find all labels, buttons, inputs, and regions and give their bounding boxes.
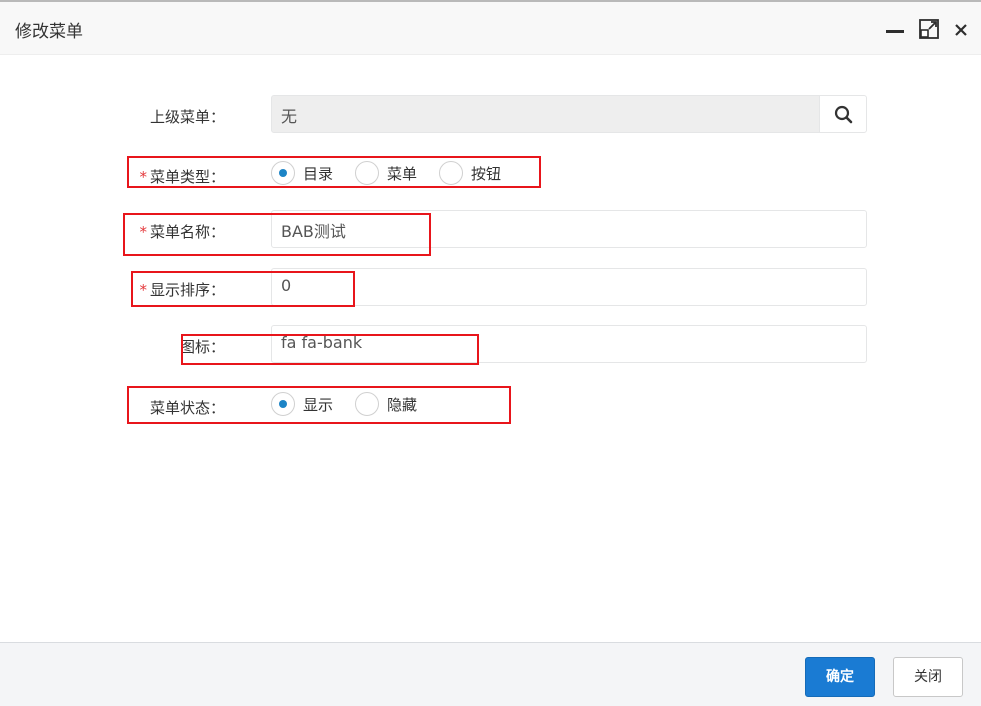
radio-status-show[interactable]: 显示 xyxy=(271,392,333,416)
close-button[interactable]: 关闭 xyxy=(893,657,963,697)
dialog-title: 修改菜单 xyxy=(15,22,83,42)
dialog-footer: 确定 关闭 xyxy=(0,642,981,706)
form-row-menu-status: 菜单状态： 显示 隐藏 xyxy=(0,386,981,426)
search-icon xyxy=(834,105,853,124)
menu-name-label: * 菜单名称： xyxy=(139,223,225,241)
confirm-button[interactable]: 确定 xyxy=(805,657,875,697)
dialog-titlebar: 修改菜单 xyxy=(0,2,981,55)
maximize-icon[interactable] xyxy=(918,18,940,40)
icon-label: 图标： xyxy=(179,338,225,356)
menu-status-radio-group: 显示 隐藏 xyxy=(271,391,439,417)
display-order-input[interactable]: 0 xyxy=(271,268,867,306)
required-mark: * xyxy=(139,168,147,186)
menu-type-label: * 菜单类型： xyxy=(139,168,225,186)
form-row-icon: 图标： fa fa-bank xyxy=(0,325,981,365)
display-order-label: * 显示排序： xyxy=(139,281,225,299)
close-icon[interactable] xyxy=(951,18,973,40)
radio-checked-icon xyxy=(271,161,295,185)
radio-unchecked-icon xyxy=(355,161,380,185)
radio-unchecked-icon xyxy=(355,392,380,416)
edit-menu-dialog: 修改菜单 上级菜单： 无 * 菜单类型： 目录 菜单 按钮 * 菜单名称： BA… xyxy=(0,0,981,706)
form-row-menu-type: * 菜单类型： 目录 菜单 按钮 xyxy=(0,155,981,195)
menu-type-radio-group: 目录 菜单 按钮 xyxy=(271,160,523,186)
menu-name-input[interactable]: BAB测试 xyxy=(271,210,867,248)
radio-status-hide[interactable]: 隐藏 xyxy=(355,392,417,416)
parent-menu-input[interactable]: 无 xyxy=(271,95,820,133)
radio-unchecked-icon xyxy=(439,161,464,185)
form-row-parent-menu: 上级菜单： 无 xyxy=(0,95,981,135)
minimize-icon[interactable] xyxy=(883,18,905,40)
parent-menu-label: 上级菜单： xyxy=(149,108,225,126)
radio-menu-type-button[interactable]: 按钮 xyxy=(439,161,501,185)
form-row-display-order: * 显示排序： 0 xyxy=(0,268,981,308)
form-row-menu-name: * 菜单名称： BAB测试 xyxy=(0,210,981,250)
radio-checked-icon xyxy=(271,392,295,416)
radio-menu-type-directory[interactable]: 目录 xyxy=(271,161,333,185)
required-mark: * xyxy=(139,223,147,241)
required-mark: * xyxy=(139,281,147,299)
icon-input[interactable]: fa fa-bank xyxy=(271,325,867,363)
menu-status-label: 菜单状态： xyxy=(149,399,225,417)
parent-menu-search-button[interactable] xyxy=(819,95,867,133)
radio-menu-type-menu[interactable]: 菜单 xyxy=(355,161,417,185)
